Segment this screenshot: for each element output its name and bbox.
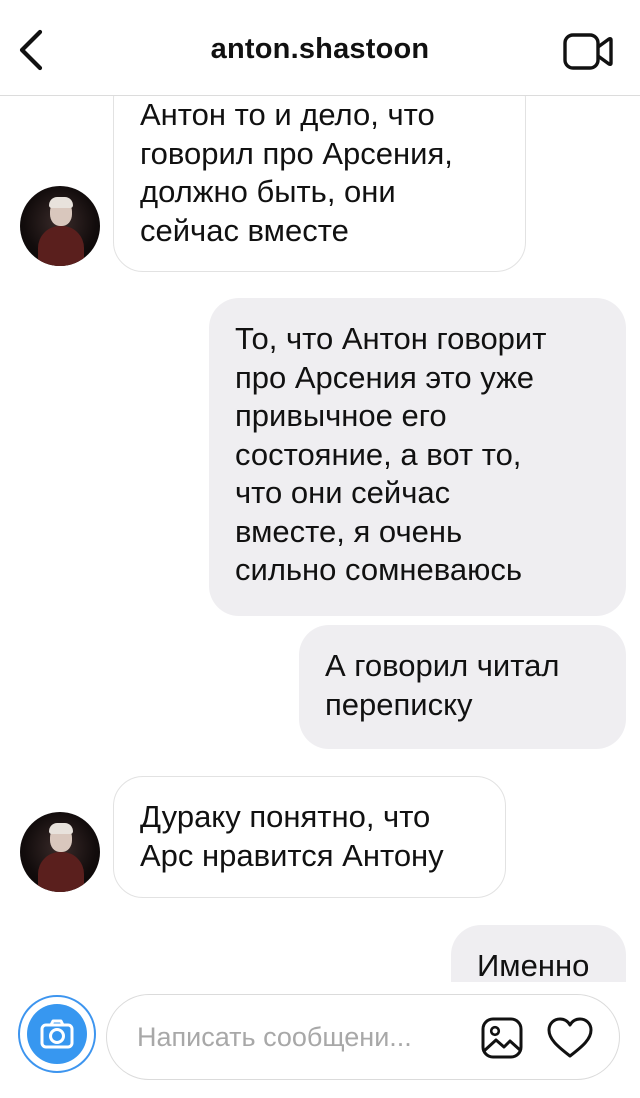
outgoing-message[interactable]: А говорил читал переписку — [299, 625, 626, 749]
chat-header: anton.shastoon — [0, 0, 640, 96]
like-button[interactable] — [545, 1015, 595, 1061]
heart-icon — [547, 1017, 593, 1058]
gallery-button[interactable] — [479, 1015, 525, 1061]
outgoing-message[interactable]: То, что Антон говорит про Арсения это уж… — [209, 298, 626, 616]
image-gallery-icon — [481, 1017, 523, 1059]
avatar-hair — [49, 197, 73, 208]
incoming-message[interactable]: Антон то и дело, что говорил про Арсения… — [113, 96, 526, 272]
message-input-box[interactable] — [106, 994, 620, 1080]
camera-icon — [40, 1019, 74, 1049]
outgoing-message[interactable]: Именно — [451, 925, 626, 982]
incoming-message[interactable]: Дураку понятно, что Арс нравится Антону — [113, 776, 506, 898]
sender-avatar[interactable] — [20, 186, 100, 266]
camera-button-fill — [27, 1004, 87, 1064]
message-text: Дураку понятно, что Арс нравится Антону — [140, 799, 444, 873]
message-text: А говорил читал переписку — [325, 648, 560, 722]
avatar-figure — [38, 852, 84, 892]
chat-username[interactable]: anton.shastoon — [0, 33, 640, 66]
video-call-button[interactable] — [562, 30, 614, 74]
camera-button[interactable] — [18, 995, 96, 1073]
message-composer — [0, 982, 640, 1098]
sender-avatar[interactable] — [20, 812, 100, 892]
avatar-figure — [38, 226, 84, 266]
message-text: Именно — [477, 948, 590, 982]
video-camera-icon — [563, 33, 613, 70]
avatar-hair — [49, 823, 73, 834]
message-text: Антон то и дело, что говорил про Арсения… — [140, 97, 453, 248]
message-input[interactable] — [137, 995, 467, 1079]
message-thread[interactable]: Антон то и дело, что говорил про Арсения… — [0, 96, 640, 982]
message-text: То, что Антон говорит про Арсения это уж… — [235, 321, 547, 587]
